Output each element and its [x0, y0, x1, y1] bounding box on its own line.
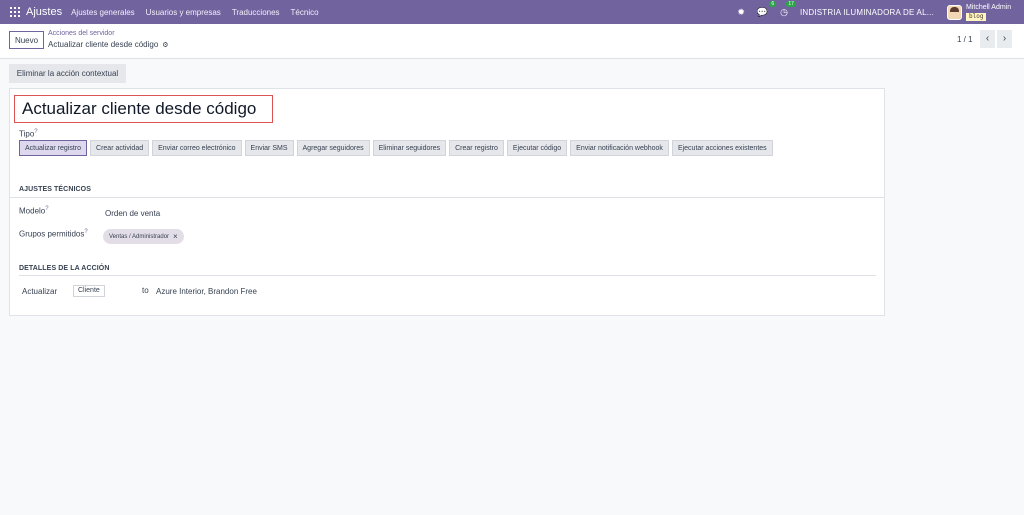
model-label: Modelo?: [19, 206, 49, 216]
model-value[interactable]: Orden de venta: [105, 209, 160, 218]
type-existing-actions[interactable]: Ejecutar acciones existentes: [671, 140, 773, 156]
type-execute-code[interactable]: Ejecutar código: [506, 140, 568, 156]
clock-icon[interactable]: ◷ 17: [780, 0, 796, 18]
update-field-select[interactable]: Cliente: [73, 285, 105, 297]
help-icon[interactable]: ?: [84, 229, 87, 235]
close-icon[interactable]: ×: [173, 232, 178, 241]
type-add-followers[interactable]: Agregar seguidores: [296, 140, 370, 156]
avatar[interactable]: [947, 4, 962, 20]
activity-count-badge: 17: [786, 0, 796, 7]
new-button[interactable]: Nuevo: [9, 31, 44, 49]
type-create-activity[interactable]: Crear actividad: [90, 140, 150, 156]
help-icon[interactable]: ?: [34, 129, 37, 135]
chat-count-badge: 6: [769, 0, 777, 7]
user-name: Mitchell Admin: [966, 3, 1012, 11]
group-tag[interactable]: Ventas / Administrador ×: [103, 229, 184, 244]
help-icon[interactable]: ?: [45, 206, 48, 212]
action-details-heading: DETALLES DE LA ACCIÓN: [19, 265, 110, 272]
company-switcher[interactable]: INDISTRIA ILUMINADORA DE AL...: [800, 8, 934, 17]
action-divider: [19, 275, 876, 276]
breadcrumb-current-label: Actualizar cliente desde código: [48, 40, 159, 49]
type-send-email[interactable]: Enviar correo electrónico: [152, 140, 242, 156]
group-tag-label: Ventas / Administrador: [109, 233, 170, 240]
tipo-label: Tipo?: [19, 129, 38, 139]
chat-icon[interactable]: 💬 6: [757, 0, 777, 18]
database-badge: blog: [966, 12, 987, 21]
bug-icon[interactable]: ✹: [737, 7, 745, 18]
menu-tecnico[interactable]: Técnico: [291, 8, 319, 17]
breadcrumb-current: Actualizar cliente desde código ⚙: [48, 40, 169, 49]
model-label-text: Modelo: [19, 206, 46, 216]
remove-contextual-action-button[interactable]: Eliminar la acción contextual: [9, 64, 126, 83]
technical-divider: [10, 197, 884, 198]
breadcrumb-parent[interactable]: Acciones del servidor: [48, 30, 115, 37]
form-sheet: Actualizar cliente desde código Tipo? Ac…: [9, 88, 885, 316]
menu-traducciones[interactable]: Traducciones: [232, 8, 280, 17]
action-name-field[interactable]: Actualizar cliente desde código: [14, 95, 273, 123]
top-navbar: Ajustes Ajustes generales Usuarios y emp…: [0, 0, 1024, 24]
menu-usuarios-empresas[interactable]: Usuarios y empresas: [146, 8, 221, 17]
type-webhook[interactable]: Enviar notificación webhook: [570, 140, 669, 156]
technical-settings-heading: AJUSTES TÉCNICOS: [19, 186, 91, 193]
user-menu[interactable]: Mitchell Admin blog: [966, 4, 1016, 21]
type-send-sms[interactable]: Enviar SMS: [244, 140, 294, 156]
app-title[interactable]: Ajustes: [26, 6, 62, 18]
chevron-left-icon[interactable]: ‹: [980, 30, 995, 48]
type-remove-followers[interactable]: Eliminar seguidores: [372, 140, 447, 156]
pager-value[interactable]: 1 / 1: [957, 35, 973, 44]
type-selector: Actualizar registro Crear actividad Envi…: [19, 140, 773, 156]
gear-icon[interactable]: ⚙: [162, 42, 168, 49]
control-panel: Nuevo Acciones del servidor Actualizar c…: [0, 24, 1024, 59]
groups-label-text: Grupos permitidos: [19, 229, 85, 239]
to-label: to: [142, 286, 149, 295]
update-label: Actualizar: [22, 287, 58, 296]
update-value[interactable]: Azure Interior, Brandon Free: [156, 287, 257, 296]
apps-grid-icon[interactable]: [10, 7, 20, 17]
type-create-record[interactable]: Crear registro: [449, 140, 504, 156]
tipo-label-text: Tipo: [19, 129, 35, 139]
menu-ajustes-generales[interactable]: Ajustes generales: [71, 8, 135, 17]
groups-label: Grupos permitidos?: [19, 229, 88, 239]
topbar-right: ✹ 💬 6 ◷ 17 INDISTRIA ILUMINADORA DE AL... …: [737, 0, 1024, 24]
chevron-right-icon[interactable]: ›: [997, 30, 1012, 48]
type-update-record[interactable]: Actualizar registro: [19, 140, 88, 156]
